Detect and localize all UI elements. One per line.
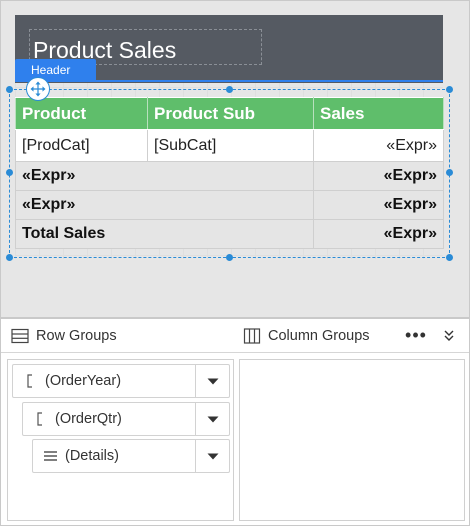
- column-groups-panel[interactable]: [239, 359, 465, 521]
- row-groups-panel[interactable]: (OrderYear) (OrderQtr) (Details): [7, 359, 234, 521]
- detail-cell-subcat[interactable]: [SubCat]: [147, 129, 314, 162]
- resize-handle-top-right[interactable]: [446, 86, 453, 93]
- row-groups-icon: [11, 328, 29, 344]
- resize-handle-top-left[interactable]: [6, 86, 13, 93]
- column-groups-header: Column Groups: [243, 319, 370, 353]
- resize-handle-bottom-right[interactable]: [446, 254, 453, 261]
- resize-handle-bottom-left[interactable]: [6, 254, 13, 261]
- more-options-icon[interactable]: •••: [403, 323, 429, 349]
- grouping-pane: Row Groups Column Groups ••• (OrderYear): [0, 318, 470, 526]
- collapse-chevrons-icon[interactable]: [438, 324, 460, 348]
- report-design-surface[interactable]: Product Sales Header Product Product Sub…: [0, 0, 470, 318]
- detail-cell-prodcat[interactable]: [ProdCat]: [15, 129, 148, 162]
- total-cell-label[interactable]: Total Sales: [15, 219, 314, 249]
- header-cell-product[interactable]: Product: [15, 97, 148, 130]
- resize-handle-right[interactable]: [446, 169, 453, 176]
- group-cell-value[interactable]: «Expr»: [313, 190, 444, 220]
- total-cell-value[interactable]: «Expr»: [313, 219, 444, 249]
- table-group-row: «Expr» «Expr»: [15, 161, 444, 191]
- resize-handle-bottom[interactable]: [226, 254, 233, 261]
- resize-handle-left[interactable]: [6, 169, 13, 176]
- column-groups-label: Column Groups: [268, 328, 370, 344]
- details-lines-icon: [43, 450, 57, 462]
- row-group-label: (OrderQtr): [55, 411, 122, 427]
- column-groups-icon: [243, 328, 261, 344]
- sales-tablix[interactable]: Product Product Sub Sales [ProdCat] [Sub…: [15, 97, 444, 249]
- row-groups-header: Row Groups: [11, 319, 117, 353]
- group-cell-label[interactable]: «Expr»: [15, 161, 314, 191]
- chevron-down-icon[interactable]: [195, 403, 229, 435]
- row-group-label: (OrderYear): [45, 373, 122, 389]
- detail-cell-sales-expr[interactable]: «Expr»: [313, 129, 444, 162]
- bracket-icon: [33, 412, 47, 426]
- grouping-pane-header: Row Groups Column Groups •••: [1, 319, 469, 353]
- bracket-icon: [23, 374, 37, 388]
- table-header-row: Product Product Sub Sales: [15, 97, 444, 130]
- header-cell-sales[interactable]: Sales: [313, 97, 444, 130]
- table-group-row: «Expr» «Expr»: [15, 190, 444, 220]
- row-group-label: (Details): [65, 448, 119, 464]
- header-cell-product-sub[interactable]: Product Sub: [147, 97, 314, 130]
- row-group-item-orderqtr[interactable]: (OrderQtr): [22, 402, 230, 436]
- header-section-tab[interactable]: Header: [15, 59, 96, 81]
- table-detail-row: [ProdCat] [SubCat] «Expr»: [15, 129, 444, 162]
- chevron-down-icon[interactable]: [195, 440, 229, 472]
- chevron-down-icon[interactable]: [195, 365, 229, 397]
- resize-handle-top[interactable]: [226, 86, 233, 93]
- row-group-item-details[interactable]: (Details): [32, 439, 230, 473]
- row-groups-label: Row Groups: [36, 328, 117, 344]
- row-group-item-orderyear[interactable]: (OrderYear): [12, 364, 230, 398]
- table-total-row: Total Sales «Expr»: [15, 219, 444, 249]
- move-icon[interactable]: [26, 77, 50, 101]
- group-cell-value[interactable]: «Expr»: [313, 161, 444, 191]
- group-cell-label[interactable]: «Expr»: [15, 190, 314, 220]
